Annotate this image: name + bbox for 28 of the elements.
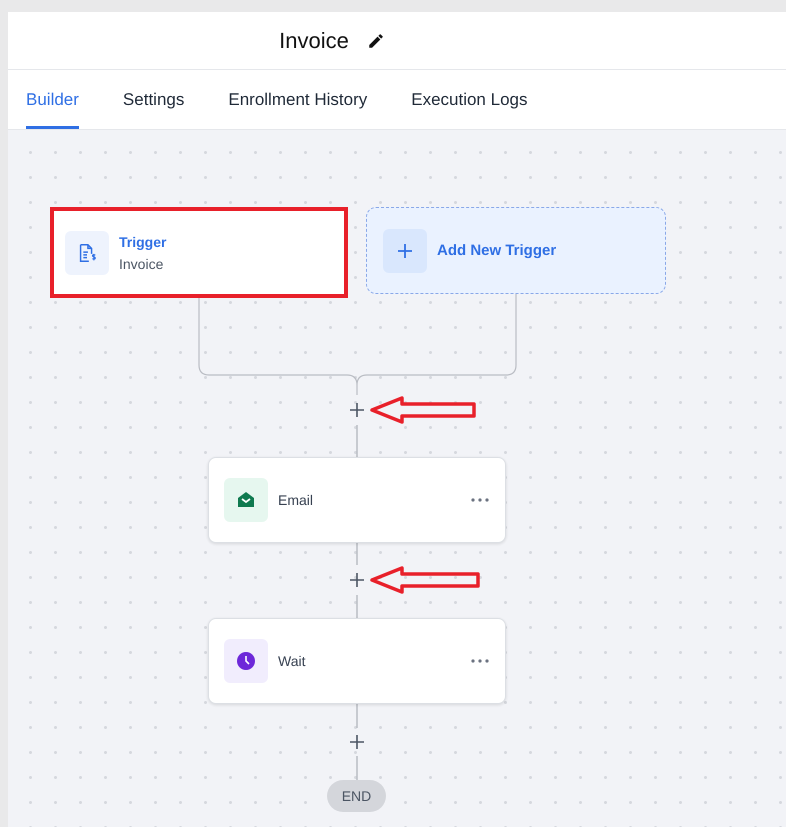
add-trigger-label: Add New Trigger <box>437 242 556 259</box>
envelope-icon <box>236 490 256 510</box>
pencil-icon[interactable] <box>366 32 385 50</box>
action-label: Email <box>278 492 314 508</box>
tab[interactable]: Execution Logs <box>411 70 528 129</box>
connector-line <box>356 704 358 728</box>
add-step-icon[interactable] <box>349 402 365 418</box>
workflow-title: Invoice <box>279 28 349 54</box>
connector-line <box>356 542 358 565</box>
more-icon[interactable] <box>471 659 489 663</box>
action-label: Wait <box>278 653 306 669</box>
action-card[interactable]: Wait <box>208 618 506 704</box>
trigger-title: Trigger <box>119 234 166 250</box>
tab[interactable]: Enrollment History <box>228 70 368 129</box>
action-card[interactable]: Email <box>208 457 506 543</box>
trigger-card[interactable]: Trigger Invoice <box>50 207 348 298</box>
tab[interactable]: Settings <box>122 70 184 129</box>
connector-line <box>356 425 358 457</box>
trigger-subtitle: Invoice <box>119 256 164 272</box>
plus-icon <box>397 242 413 258</box>
connector-line <box>356 595 358 618</box>
more-icon[interactable] <box>471 498 489 502</box>
clock-icon <box>236 651 256 671</box>
add-trigger-button[interactable]: Add New Trigger <box>366 207 666 294</box>
add-step-icon[interactable] <box>349 572 365 588</box>
add-step-icon[interactable] <box>349 734 365 750</box>
end-marker: END <box>327 780 386 812</box>
connector-line <box>356 756 358 780</box>
